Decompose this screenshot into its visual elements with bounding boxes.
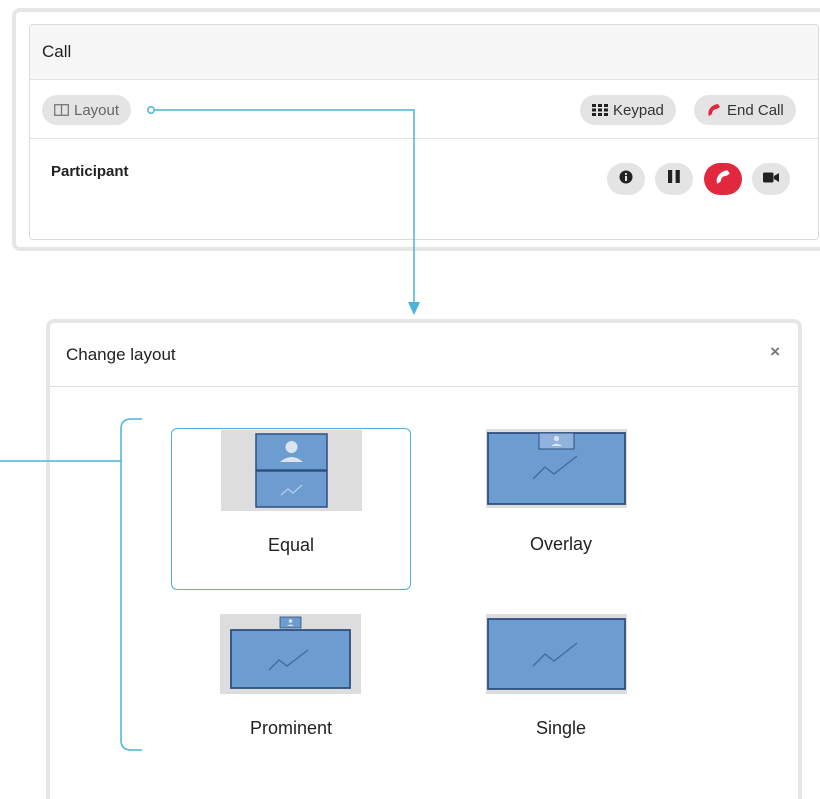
layout-option-single[interactable]: Single	[441, 614, 681, 776]
layout-option-prominent[interactable]: Prominent	[171, 614, 411, 776]
option-label-single: Single	[535, 718, 587, 738]
single-layout-thumbnail	[486, 614, 627, 694]
option-label-overlay: Overlay	[529, 534, 592, 554]
layout-option-overlay[interactable]: Overlay	[441, 428, 681, 590]
prominent-layout-thumbnail	[220, 614, 361, 694]
equal-layout-thumbnail	[221, 430, 362, 511]
overlay-layout-thumbnail	[486, 429, 627, 508]
option-label-equal: Equal	[267, 535, 315, 555]
option-label-prominent: Prominent	[249, 718, 333, 738]
layout-option-equal[interactable]: Equal	[171, 428, 411, 590]
